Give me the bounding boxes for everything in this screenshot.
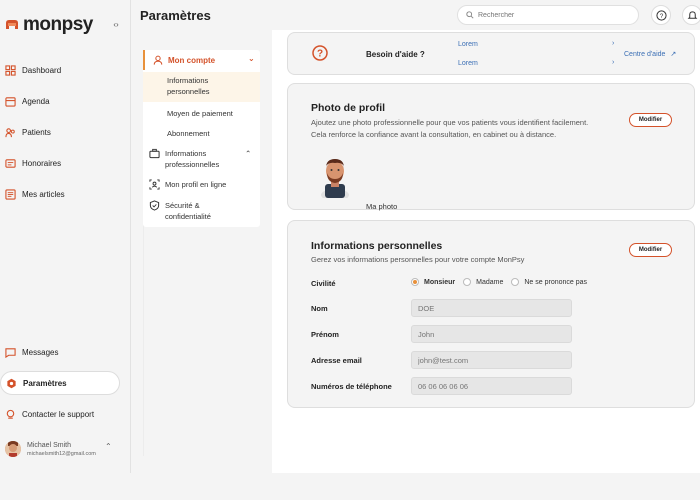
sidebar-item-patients[interactable]: Patients — [0, 120, 120, 144]
sidebar-item-label: Honoraires — [22, 158, 62, 168]
photo-desc-2: Cela renforce la confiance avant la cons… — [311, 130, 557, 139]
sidebar-item-label: Contacter le support — [22, 409, 95, 419]
chevrons-left-right-icon[interactable]: ‹› — [111, 20, 121, 30]
submenu-item-infos-perso[interactable]: Informations personnelles — [143, 72, 260, 102]
submenu-item-paiement[interactable]: Moyen de paiement — [167, 108, 233, 119]
sidebar-item-articles[interactable]: Mes articles — [0, 182, 120, 206]
radio-ne-se-prononce-pas[interactable]: Ne se prononce pas — [511, 278, 587, 286]
help-circle-icon: ? — [312, 45, 328, 61]
radio-dot — [411, 278, 419, 286]
articles-icon — [5, 188, 16, 200]
dashboard-icon — [5, 64, 16, 76]
chevron-down-icon: ⌄ — [248, 54, 255, 63]
svg-text:?: ? — [317, 49, 323, 60]
sidebar-item-label: Patients — [22, 127, 51, 137]
main-panel: ? Besoin d'aide ? Lorem Lorem › › Centre… — [272, 30, 700, 473]
profile-scan-icon — [149, 179, 160, 190]
sidebar-item-label: Dashboard — [22, 65, 62, 75]
field-label-phone: Numéros de téléphone — [311, 382, 392, 391]
user-menu[interactable]: Michael Smith michaelsmith12@gmail.com ⌃ — [5, 438, 125, 460]
user-icon — [153, 55, 163, 65]
civility-label: Civilité — [311, 279, 336, 288]
modify-photo-button[interactable]: Modifier — [629, 113, 672, 127]
message-icon — [5, 347, 16, 358]
photo-label: Ma photo — [366, 202, 398, 211]
avatar — [5, 441, 21, 457]
modify-info-button[interactable]: Modifier — [629, 243, 672, 257]
help-title: Besoin d'aide ? — [366, 50, 425, 59]
logo-text: monpsy — [23, 14, 93, 35]
radio-dot — [511, 278, 520, 286]
help-center-link[interactable]: Centre d'aide ↗ — [624, 50, 676, 58]
field-label-email: Adresse email — [311, 356, 362, 365]
profile-photo[interactable] — [317, 154, 353, 198]
phone-field[interactable] — [411, 377, 572, 395]
help-link-1[interactable]: Lorem — [458, 41, 478, 48]
photo-card: Photo de profil Ajoutez une photo profes… — [287, 83, 695, 211]
photo-title: Photo de profil — [311, 102, 386, 114]
sidebar-item-dashboard[interactable]: Dashboard — [0, 58, 120, 82]
sidebar-item-label: Mes articles — [22, 189, 65, 199]
help-button[interactable]: ? — [651, 5, 671, 25]
submenu-head-label: Mon compte — [168, 55, 216, 65]
info-title: Informations personnelles — [311, 240, 443, 252]
logo[interactable]: monpsy — [4, 14, 93, 36]
help-icon: ? — [655, 9, 667, 21]
sidebar-item-support[interactable]: Contacter le support — [0, 402, 120, 426]
submenu-group-securite[interactable]: Sécurité & confidentialité — [149, 200, 235, 222]
radio-madame[interactable]: Madame — [463, 278, 503, 286]
search-input[interactable] — [478, 11, 628, 19]
field-label-nom: Nom — [311, 304, 328, 313]
chevron-up-icon: ⌃ — [245, 149, 252, 158]
chevron-right-icon: › — [612, 59, 615, 66]
sidebar-item-messages[interactable]: Messages — [0, 340, 120, 364]
settings-submenu: Mon compte ⌄ Informations personnelles M… — [143, 50, 260, 227]
prenom-field[interactable] — [411, 325, 572, 343]
user-name: Michael Smith — [27, 441, 71, 449]
submenu-item-abonnement[interactable]: Abonnement — [167, 128, 210, 139]
submenu-head-account[interactable]: Mon compte ⌄ — [143, 50, 260, 70]
submenu-group-profil[interactable]: Mon profil en ligne — [149, 179, 226, 190]
radio-dot — [463, 278, 472, 286]
users-icon — [5, 127, 15, 137]
sidebar-item-label: Messages — [22, 347, 59, 357]
user-email: michaelsmith12@gmail.com — [27, 450, 96, 457]
briefcase-icon — [149, 148, 160, 159]
field-label-prenom: Prénom — [311, 330, 339, 339]
settings-icon — [7, 378, 16, 388]
radio-monsieur[interactable]: Monsieur — [411, 278, 455, 286]
svg-text:?: ? — [659, 12, 663, 19]
sidebar-item-label: Agenda — [22, 96, 50, 106]
chevron-right-icon: › — [612, 40, 615, 47]
invoice-icon — [5, 158, 16, 168]
calendar-icon — [5, 96, 16, 107]
nom-field[interactable] — [411, 299, 572, 317]
email-field[interactable] — [411, 351, 572, 369]
page-title: Paramètres — [140, 8, 211, 23]
logo-icon — [6, 20, 18, 29]
notifications-button[interactable] — [682, 5, 700, 25]
support-icon — [6, 409, 15, 419]
search-bar[interactable] — [457, 5, 639, 25]
personal-info-card: Informations personnelles Gerez vos info… — [287, 220, 695, 408]
bell-icon — [687, 10, 697, 19]
civility-radio-group: Monsieur Madame Ne se prononce pas — [411, 278, 595, 286]
photo-desc-1: Ajoutez une photo professionnelle pour q… — [311, 118, 589, 127]
search-icon — [466, 11, 474, 19]
chevron-up-down-icon[interactable]: ⌃ — [105, 442, 112, 451]
external-link-icon: ↗ — [670, 51, 677, 58]
info-desc: Gerez vos informations personnelles pour… — [311, 255, 525, 264]
help-link-2[interactable]: Lorem — [458, 60, 478, 67]
sidebar-item-honoraires[interactable]: Honoraires — [0, 151, 120, 175]
sidebar: monpsy ‹› Dashboard Agenda Patients Hono… — [0, 0, 131, 473]
submenu-group-pro[interactable]: Informations professionnelles ⌃ — [149, 148, 251, 170]
shield-icon — [149, 200, 160, 211]
sidebar-item-agenda[interactable]: Agenda — [0, 89, 120, 113]
sidebar-item-parametres[interactable]: Paramètres — [0, 371, 120, 395]
sidebar-item-label: Paramètres — [23, 378, 67, 388]
help-card: ? Besoin d'aide ? Lorem Lorem › › Centre… — [287, 32, 695, 75]
